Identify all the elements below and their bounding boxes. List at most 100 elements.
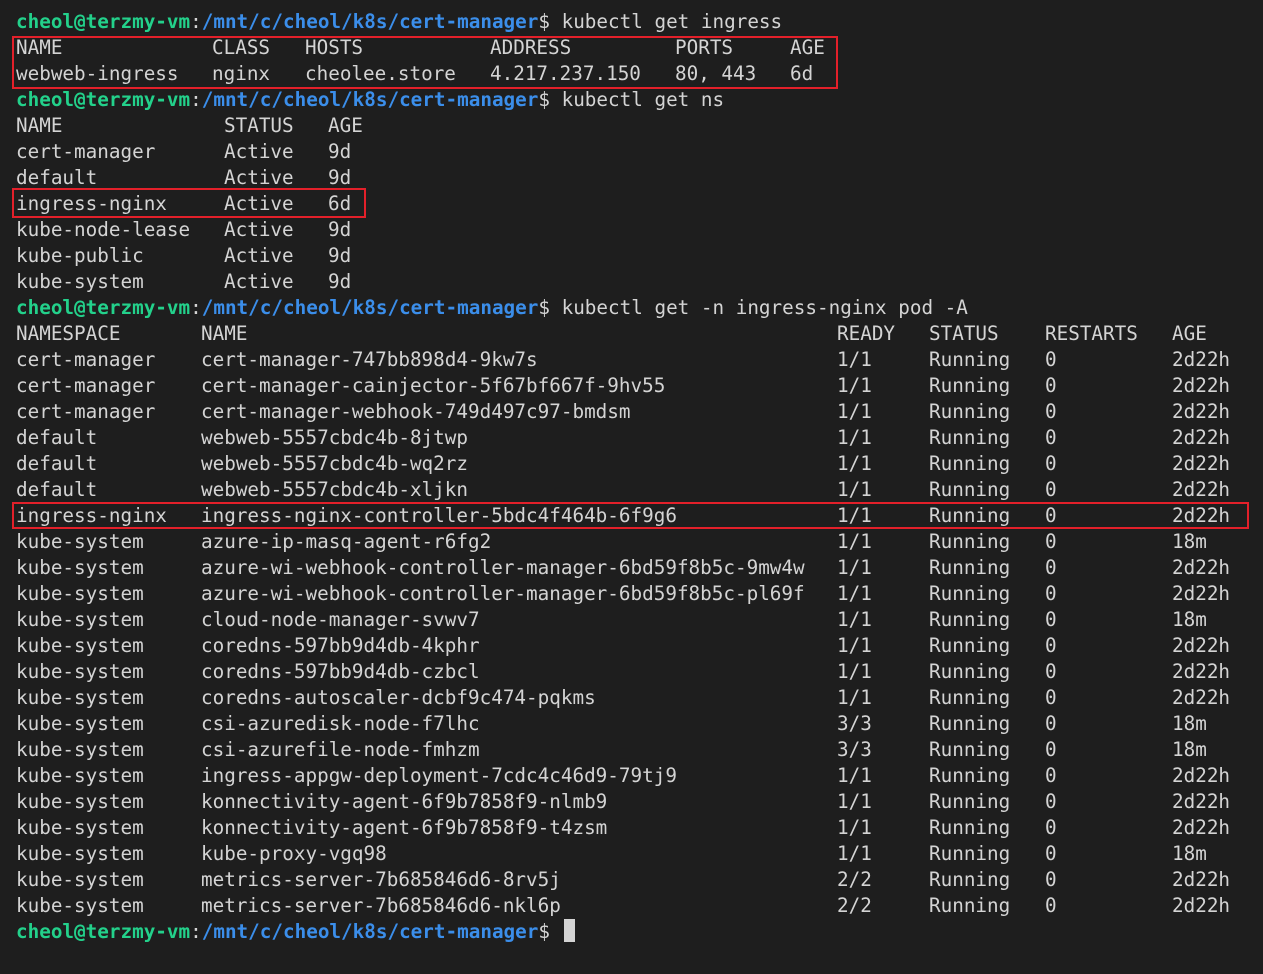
- table-cell: 6d: [328, 192, 352, 215]
- table-cell: 9d: [328, 166, 352, 189]
- prompt-line: cheol@terzmy-vm:/mnt/c/cheol/k8s/cert-ma…: [16, 295, 1256, 321]
- prompt-line: cheol@terzmy-vm:/mnt/c/cheol/k8s/cert-ma…: [16, 9, 1256, 35]
- table-cell: 0: [1045, 738, 1057, 761]
- table-cell: 9d: [328, 140, 352, 163]
- table-cell: Running: [929, 348, 1011, 371]
- table-cell: default: [16, 166, 98, 189]
- prompt-dollar: $: [538, 10, 550, 33]
- table-cell: 2/2: [837, 894, 872, 917]
- table-cell: 0: [1045, 556, 1057, 579]
- table-cell: 2d22h: [1172, 764, 1231, 787]
- table-cell: cert-manager-747bb898d4-9kw7s: [201, 348, 538, 371]
- prompt-path: /mnt/c/cheol/k8s/cert-manager: [201, 88, 539, 111]
- table-cell: kube-system: [16, 660, 144, 683]
- table-cell: kube-system: [16, 530, 144, 553]
- table-cell: Active: [224, 192, 294, 215]
- pods-row: kube-system coredns-autoscaler-dcbf9c474-…: [16, 685, 1256, 711]
- prompt-colon: :: [190, 296, 202, 319]
- pods-row: kube-system kube-proxy-vgq98 1/1 Running 0 18…: [16, 841, 1256, 867]
- pods-row: default webweb-5557cbdc4b-wq2rz 1/1 Running…: [16, 451, 1256, 477]
- pods-row: kube-system ingress-appgw-deployment-7cdc…: [16, 763, 1256, 789]
- table-cell: 0: [1045, 712, 1057, 735]
- table-cell: kube-system: [16, 270, 144, 293]
- table-cell: konnectivity-agent-6f9b7858f9-t4zsm: [201, 816, 608, 839]
- table-cell: 0: [1045, 374, 1057, 397]
- table-cell: 2d22h: [1172, 374, 1231, 397]
- column-header: AGE: [790, 36, 825, 59]
- table-cell: Running: [929, 868, 1011, 891]
- table-cell: 18m: [1172, 842, 1207, 865]
- table-cell: cert-manager-cainjector-5f67bf667f-9hv55: [201, 374, 666, 397]
- table-cell: 1/1: [837, 348, 872, 371]
- table-cell: Running: [929, 426, 1011, 449]
- table-cell: cert-manager-webhook-749d497c97-bmdsm: [201, 400, 631, 423]
- table-cell: Active: [224, 218, 294, 241]
- table-cell: kube-system: [16, 816, 144, 839]
- table-cell: 0: [1045, 400, 1057, 423]
- table-cell: 1/1: [837, 842, 872, 865]
- column-header: NAMESPACE: [16, 322, 121, 345]
- command-text: kubectl get ns: [561, 88, 725, 111]
- table-cell: 2d22h: [1172, 582, 1231, 605]
- table-cell: kube-system: [16, 556, 144, 579]
- table-cell: 0: [1045, 504, 1057, 527]
- table-cell: default: [16, 452, 98, 475]
- table-cell: ingress-nginx-controller-5bdc4f464b-6f9g…: [201, 504, 677, 527]
- prompt-dollar: $: [538, 296, 550, 319]
- table-cell: Running: [929, 764, 1011, 787]
- table-cell: 1/1: [837, 634, 872, 657]
- table-cell: kube-system: [16, 738, 144, 761]
- table-cell: Running: [929, 686, 1011, 709]
- pods-row: default webweb-5557cbdc4b-8jtwp 1/1 Running…: [16, 425, 1256, 451]
- table-cell: webweb-ingress: [16, 62, 179, 85]
- column-header: AGE: [328, 114, 363, 137]
- table-cell: 0: [1045, 582, 1057, 605]
- table-cell: 18m: [1172, 608, 1207, 631]
- prompt-colon: :: [190, 10, 202, 33]
- table-cell: 1/1: [837, 374, 872, 397]
- prompt-dollar: $: [538, 88, 550, 111]
- pods-row: kube-system azure-wi-webhook-controller-m…: [16, 581, 1256, 607]
- table-cell: 0: [1045, 894, 1057, 917]
- table-cell: cert-manager: [16, 400, 156, 423]
- table-cell: kube-public: [16, 244, 144, 267]
- table-cell: 0: [1045, 426, 1057, 449]
- column-header: STATUS: [929, 322, 999, 345]
- table-cell: 1/1: [837, 660, 872, 683]
- terminal-output[interactable]: cheol@terzmy-vm: /mnt/c/cheol/k8s/cert-ma…: [16, 9, 1256, 945]
- table-cell: coredns-597bb9d4db-4kphr: [201, 634, 480, 657]
- table-cell: coredns-597bb9d4db-czbcl: [201, 660, 480, 683]
- table-cell: 1/1: [837, 504, 872, 527]
- table-cell: 9d: [328, 244, 352, 267]
- table-cell: 1/1: [837, 426, 872, 449]
- table-cell: konnectivity-agent-6f9b7858f9-nlmb9: [201, 790, 608, 813]
- ingress-header-row: NAME CLASS HOSTS ADDRESS PORTS AGE: [16, 35, 1256, 61]
- table-cell: webweb-5557cbdc4b-8jtwp: [201, 426, 468, 449]
- prompt-line: cheol@terzmy-vm:/mnt/c/cheol/k8s/cert-ma…: [16, 87, 1256, 113]
- pods-row: kube-system csi-azurefile-node-fmhzm 3/3 Ru…: [16, 737, 1256, 763]
- table-cell: kube-system: [16, 790, 144, 813]
- prompt-user: cheol@terzmy-vm: [16, 10, 191, 33]
- column-header: NAME: [201, 322, 248, 345]
- table-cell: kube-system: [16, 842, 144, 865]
- table-cell: 4.217.237.150: [490, 62, 641, 85]
- command-text: kubectl get ingress: [561, 10, 783, 33]
- table-cell: azure-wi-webhook-controller-manager-6bd5…: [201, 582, 805, 605]
- table-cell: kube-system: [16, 686, 144, 709]
- table-cell: kube-system: [16, 894, 144, 917]
- column-header: PORTS: [675, 36, 734, 59]
- table-cell: 2d22h: [1172, 478, 1231, 501]
- table-cell: Running: [929, 400, 1011, 423]
- table-cell: 2d22h: [1172, 816, 1231, 839]
- prompt-user: cheol@terzmy-vm: [16, 296, 191, 319]
- table-cell: ingress-appgw-deployment-7cdc4c46d9-79tj…: [201, 764, 677, 787]
- table-cell: cert-manager: [16, 140, 156, 163]
- cursor: [563, 919, 575, 942]
- table-cell: Active: [224, 244, 294, 267]
- table-cell: kube-system: [16, 608, 144, 631]
- prompt-dollar: $: [538, 920, 550, 943]
- column-header: HOSTS: [305, 36, 364, 59]
- table-cell: 0: [1045, 816, 1057, 839]
- pods-row: kube-system metrics-server-7b685846d6-nkl…: [16, 893, 1256, 919]
- table-cell: metrics-server-7b685846d6-nkl6p: [201, 894, 561, 917]
